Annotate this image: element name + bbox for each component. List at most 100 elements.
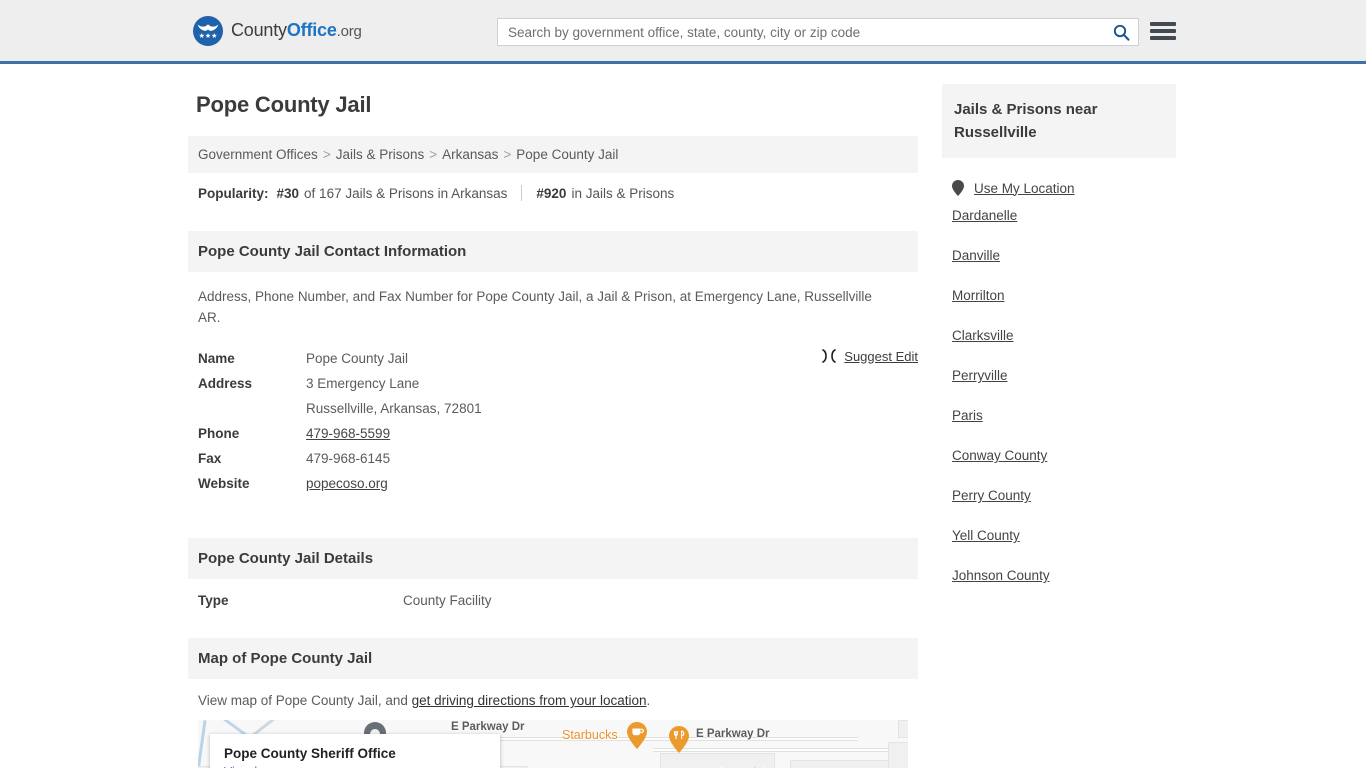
coffee-pin-icon[interactable] xyxy=(627,722,647,749)
sidebar: Jails & Prisons near Russellville Use My… xyxy=(942,84,1176,596)
search-input[interactable] xyxy=(498,19,1104,45)
contact-row-website: Website popecoso.org xyxy=(188,471,918,496)
breadcrumb-item-jails-prisons[interactable]: Jails & Prisons xyxy=(336,147,425,162)
use-my-location-link[interactable]: Use My Location xyxy=(974,181,1075,196)
sidebar-item-perry-county[interactable]: Perry County xyxy=(942,476,1176,516)
sidebar-item-morrilton[interactable]: Morrilton xyxy=(942,276,1176,316)
contact-key-fax: Fax xyxy=(198,451,222,466)
map-embed[interactable]: E Parkway Dr E Parkway Dr Starbucks Pope… xyxy=(198,720,908,768)
contact-value-phone-link[interactable]: 479-968-5599 xyxy=(306,426,390,441)
breadcrumb-item-arkansas[interactable]: Arkansas xyxy=(442,147,498,162)
sidebar-item-label[interactable]: Danville xyxy=(952,248,1000,263)
sidebar-item-label[interactable]: Paris xyxy=(952,408,983,423)
sidebar-item-conway-county[interactable]: Conway County xyxy=(942,436,1176,476)
search-bar[interactable] xyxy=(497,18,1139,46)
sidebar-item-clarksville[interactable]: Clarksville xyxy=(942,316,1176,356)
map-water-stream xyxy=(198,720,207,768)
sidebar-item-label[interactable]: Perry County xyxy=(952,488,1031,503)
sidebar-nearby-list: Dardanelle Danville Morrilton Clarksvill… xyxy=(942,196,1176,596)
popularity-rank-national-suffix: in Jails & Prisons xyxy=(571,185,675,201)
three-stars-icon: ★★★ xyxy=(198,32,218,40)
search-button[interactable] xyxy=(1104,19,1138,45)
use-my-location-row[interactable]: Use My Location xyxy=(942,158,1176,196)
map-road-label-2: E Parkway Dr xyxy=(696,728,770,740)
contact-section-description: Address, Phone Number, and Fax Number fo… xyxy=(198,289,872,325)
suggest-edit-label: Suggest Edit xyxy=(844,348,918,364)
popularity-bar: Popularity: #30 of 167 Jails & Prisons i… xyxy=(188,173,918,213)
sidebar-item-label[interactable]: Conway County xyxy=(952,448,1047,463)
hamburger-bar-1 xyxy=(1150,22,1176,26)
breadcrumb-separator-3: > xyxy=(503,147,512,162)
map-info-card-title: Pope County Sheriff Office xyxy=(224,746,396,761)
search-icon xyxy=(1113,24,1129,41)
map-info-card[interactable]: Pope County Sheriff Office View larger m… xyxy=(210,734,500,768)
sidebar-item-label[interactable]: Yell County xyxy=(952,528,1020,543)
map-road-horizontal-1 xyxy=(438,737,858,741)
sidebar-item-label[interactable]: Johnson County xyxy=(952,568,1050,583)
contact-row-address: Address 3 Emergency Lane xyxy=(188,371,918,396)
suggest-edit-icon xyxy=(822,349,837,363)
brand-text-county: County xyxy=(231,20,287,40)
details-key-type: Type xyxy=(198,593,229,608)
map-building-3 xyxy=(898,720,908,738)
contact-value-address-line2: Russellville, Arkansas, 72801 xyxy=(306,401,482,416)
contact-value-name: Pope County Jail xyxy=(306,351,409,366)
contact-info-table: Suggest Edit Name Pope County Jail Addre… xyxy=(188,346,918,496)
map-road-horizontal-2 xyxy=(653,748,908,752)
breadcrumb-item-current: Pope County Jail xyxy=(516,147,619,162)
restaurant-pin-icon-sumo[interactable] xyxy=(669,726,689,753)
hamburger-bar-3 xyxy=(1150,36,1176,40)
sidebar-item-danville[interactable]: Danville xyxy=(942,236,1176,276)
contact-row-fax: Fax 479-968-6145 xyxy=(188,446,918,471)
contact-row-phone: Phone 479-968-5599 xyxy=(188,421,918,446)
map-road-label-1: E Parkway Dr xyxy=(451,721,525,733)
breadcrumb-separator-1: > xyxy=(322,147,331,162)
hamburger-bar-2 xyxy=(1150,29,1176,33)
contact-section-heading: Pope County Jail Contact Information xyxy=(188,231,918,272)
popularity-divider xyxy=(521,185,523,201)
map-pin-icon xyxy=(952,180,964,196)
contact-value-fax: 479-968-6145 xyxy=(306,451,391,466)
map-poi-label-starbucks[interactable]: Starbucks xyxy=(562,728,618,742)
site-logo-link[interactable]: ★★★ CountyOffice.org xyxy=(193,15,362,46)
countyoffice-logo-icon: ★★★ xyxy=(193,15,223,46)
popularity-rank-state: #30 xyxy=(276,185,300,201)
details-value-type: County Facility xyxy=(403,593,492,608)
eagle-wings-icon xyxy=(197,23,219,31)
suggest-edit-button[interactable]: Suggest Edit xyxy=(821,348,918,364)
brand-text-org: .org xyxy=(336,23,362,40)
popularity-rank-state-suffix: of 167 Jails & Prisons in Arkansas xyxy=(304,185,508,201)
breadcrumb-item-government-offices[interactable]: Government Offices xyxy=(198,147,318,162)
hamburger-menu-button[interactable] xyxy=(1150,20,1176,42)
sidebar-item-label[interactable]: Perryville xyxy=(952,368,1008,383)
map-building-4 xyxy=(888,742,908,768)
map-section-heading: Map of Pope County Jail xyxy=(188,638,918,679)
contact-key-phone: Phone xyxy=(198,426,240,441)
sidebar-item-paris[interactable]: Paris xyxy=(942,396,1176,436)
page-title: Pope County Jail xyxy=(196,92,372,117)
sidebar-item-label[interactable]: Morrilton xyxy=(952,288,1005,303)
map-section-intro: View map of Pope County Jail, and get dr… xyxy=(188,679,918,720)
content-container: Pope County Jail Government Offices > Jail… xyxy=(188,64,1178,768)
sidebar-heading: Jails & Prisons near Russellville xyxy=(942,84,1176,158)
driving-directions-link[interactable]: get driving directions from your locatio… xyxy=(412,693,647,708)
breadcrumb-separator-2: > xyxy=(429,147,438,162)
sidebar-item-johnson-county[interactable]: Johnson County xyxy=(942,556,1176,596)
contact-row-address-line2: Russellville, Arkansas, 72801 xyxy=(188,396,918,421)
map-intro-suffix: . xyxy=(646,693,651,708)
site-header: ★★★ CountyOffice.org xyxy=(0,0,1366,64)
breadcrumb: Government Offices > Jails & Prisons > Arkan… xyxy=(188,136,918,173)
sidebar-item-yell-county[interactable]: Yell County xyxy=(942,516,1176,556)
sidebar-item-label[interactable]: Dardanelle xyxy=(952,208,1017,223)
map-canvas[interactable]: E Parkway Dr E Parkway Dr Starbucks Pope… xyxy=(198,720,908,768)
details-row-type: Type County Facility xyxy=(188,579,918,622)
sidebar-item-label[interactable]: Clarksville xyxy=(952,328,1014,343)
sidebar-item-perryville[interactable]: Perryville xyxy=(942,356,1176,396)
contact-key-website: Website xyxy=(198,476,250,491)
map-intro-prefix: View map of Pope County Jail, and xyxy=(198,693,412,708)
contact-key-address: Address xyxy=(198,376,253,391)
details-section-heading: Pope County Jail Details xyxy=(188,538,918,579)
sidebar-item-dardanelle[interactable]: Dardanelle xyxy=(942,196,1176,236)
brand-wordmark: CountyOffice.org xyxy=(231,20,362,41)
contact-value-website-link[interactable]: popecoso.org xyxy=(306,476,388,491)
